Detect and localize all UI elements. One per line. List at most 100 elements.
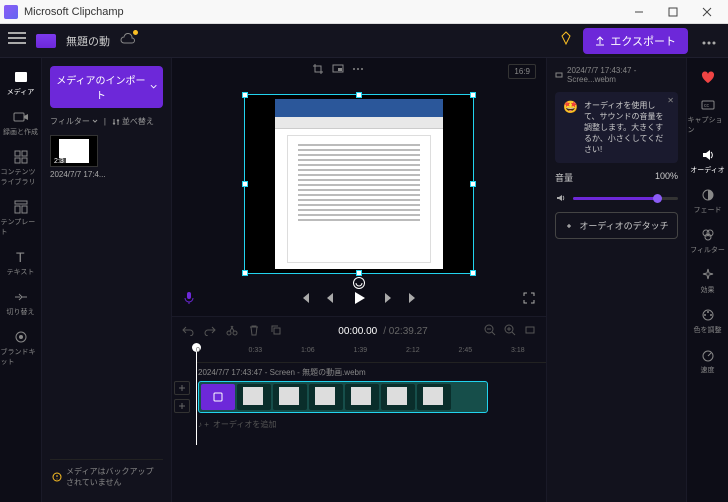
- media-panel: メディアのインポート フィルター | 並べ替え 2:3 2024/7/7 17:…: [42, 58, 172, 502]
- selected-clip-name: 2024/7/7 17:43:47 - Scree...webm: [555, 66, 678, 84]
- sort-dropdown[interactable]: 並べ替え: [112, 116, 154, 127]
- premium-icon[interactable]: [559, 31, 573, 50]
- add-track-button[interactable]: [174, 399, 190, 413]
- clip-label: 2024/7/7 17:43:47 - Screen - 無題の動画.webm: [198, 367, 366, 378]
- timeline-toolbar: 00:00.00 / 02:39.27: [172, 317, 546, 345]
- zoom-fit-button[interactable]: [524, 324, 536, 338]
- rail-templates[interactable]: テンプレート: [1, 194, 41, 242]
- app-topbar: 無題の動 エクスポート: [0, 24, 728, 58]
- volume-slider[interactable]: [555, 192, 678, 204]
- rotate-handle[interactable]: [353, 277, 365, 289]
- project-name[interactable]: 無題の動: [66, 33, 110, 49]
- window-minimize-button[interactable]: [622, 1, 656, 23]
- rail-effects[interactable]: 効果: [688, 262, 728, 300]
- window-close-button[interactable]: [690, 1, 724, 23]
- delete-button[interactable]: [248, 324, 260, 338]
- svg-text:cc: cc: [704, 103, 710, 109]
- speaker-icon: [555, 192, 567, 204]
- timeline: 00:00.00 / 02:39.27 0 0:33 1:06 1:39 2:1…: [172, 316, 546, 502]
- rail-brand-kit[interactable]: ブランドキット: [1, 324, 41, 372]
- rail-filters[interactable]: フィルター: [688, 222, 728, 260]
- window-maximize-button[interactable]: [656, 1, 690, 23]
- preview-viewport[interactable]: [172, 84, 546, 284]
- volume-row: 音量 100%: [555, 171, 678, 184]
- rail-favorite[interactable]: [688, 64, 728, 90]
- clip-thumbnail: [309, 384, 343, 410]
- slider-thumb[interactable]: [653, 194, 662, 203]
- clip-thumbnail: [237, 384, 271, 410]
- crop-button[interactable]: [312, 62, 324, 80]
- timeline-ruler[interactable]: 0 0:33 1:06 1:39 2:12 2:45 3:18: [196, 345, 546, 363]
- audio-tip: 🤩 オーディオを使用して、サウンドの音量を調整します。大きくするか、小さくしてく…: [555, 92, 678, 163]
- rail-captions[interactable]: ccキャプション: [688, 92, 728, 140]
- clip-thumbnail: [345, 384, 379, 410]
- duplicate-button[interactable]: [270, 324, 282, 338]
- resize-handle[interactable]: [242, 181, 248, 187]
- prev-frame-button[interactable]: [324, 291, 338, 310]
- app-logo: [4, 5, 18, 19]
- redo-button[interactable]: [204, 324, 216, 338]
- export-label: エクスポート: [610, 33, 676, 49]
- clip-icon: [201, 384, 235, 410]
- rail-speed[interactable]: 速度: [688, 342, 728, 380]
- aspect-ratio-button[interactable]: 16:9: [508, 64, 536, 79]
- backup-notice[interactable]: メディアはバックアップされていません: [50, 459, 163, 494]
- timeline-clip[interactable]: [198, 381, 488, 413]
- detach-audio-button[interactable]: オーディオのデタッチ: [555, 212, 678, 239]
- resize-handle[interactable]: [470, 92, 476, 98]
- rail-media[interactable]: メディア: [1, 64, 41, 102]
- import-media-button[interactable]: メディアのインポート: [50, 66, 163, 108]
- clip-thumbnail: [417, 384, 451, 410]
- play-button[interactable]: [350, 289, 368, 312]
- center-area: 16:9: [172, 58, 546, 502]
- resize-handle[interactable]: [242, 270, 248, 276]
- more-tools-button[interactable]: [352, 62, 364, 80]
- rail-fade[interactable]: フェード: [688, 182, 728, 220]
- media-item[interactable]: 2:3 2024/7/7 17:4...: [50, 135, 163, 179]
- selected-clip-frame[interactable]: [244, 94, 474, 274]
- tip-close-button[interactable]: ✕: [667, 96, 674, 105]
- resize-handle[interactable]: [242, 92, 248, 98]
- resize-handle[interactable]: [356, 92, 362, 98]
- tip-emoji-icon: 🤩: [563, 100, 578, 155]
- timeline-time: 00:00.00 / 02:39.27: [338, 326, 427, 337]
- skip-start-button[interactable]: [298, 291, 312, 310]
- pip-button[interactable]: [332, 62, 344, 80]
- right-nav-rail: ccキャプション オーディオ フェード フィルター 効果 色を調整 速度: [686, 58, 728, 502]
- fullscreen-button[interactable]: [522, 291, 536, 310]
- media-filter-row: フィルター | 並べ替え: [50, 116, 163, 127]
- audio-track-placeholder[interactable]: ♪ + オーディオを追加: [198, 419, 276, 430]
- timeline-tracks[interactable]: 2024/7/7 17:43:47 - Screen - 無題の動画.webm …: [172, 363, 546, 502]
- skip-end-button[interactable]: [406, 291, 420, 310]
- export-button[interactable]: エクスポート: [583, 28, 688, 54]
- left-nav-rail: メディア 録画と作成 コンテンツライブラリ テンプレート Tテキスト 切り替え …: [0, 58, 42, 502]
- rail-adjust-colors[interactable]: 色を調整: [688, 302, 728, 340]
- preview-toolbar: 16:9: [172, 58, 546, 84]
- split-button[interactable]: [226, 324, 238, 338]
- rail-record[interactable]: 録画と作成: [1, 104, 41, 142]
- rail-audio[interactable]: オーディオ: [688, 142, 728, 180]
- undo-button[interactable]: [182, 324, 194, 338]
- volume-value: 100%: [655, 171, 678, 184]
- rail-content-library[interactable]: コンテンツライブラリ: [1, 144, 41, 192]
- zoom-out-button[interactable]: [484, 324, 496, 338]
- resize-handle[interactable]: [470, 181, 476, 187]
- resize-handle[interactable]: [356, 270, 362, 276]
- filter-dropdown[interactable]: フィルター: [50, 116, 98, 127]
- rail-text[interactable]: Tテキスト: [1, 244, 41, 282]
- window-titlebar: Microsoft Clipchamp: [0, 0, 728, 24]
- next-frame-button[interactable]: [380, 291, 394, 310]
- resize-handle[interactable]: [470, 270, 476, 276]
- clip-thumbnail: [273, 384, 307, 410]
- video-content-mock: [275, 99, 443, 269]
- cloud-sync-icon[interactable]: [120, 32, 136, 50]
- zoom-in-button[interactable]: [504, 324, 516, 338]
- more-menu-button[interactable]: [698, 28, 720, 54]
- add-track-button[interactable]: [174, 381, 190, 395]
- svg-text:T: T: [16, 249, 25, 265]
- rail-transitions[interactable]: 切り替え: [1, 284, 41, 322]
- menu-button[interactable]: [8, 31, 26, 50]
- voiceover-button[interactable]: [182, 291, 196, 310]
- volume-label: 音量: [555, 171, 573, 184]
- project-folder-icon: [36, 34, 56, 48]
